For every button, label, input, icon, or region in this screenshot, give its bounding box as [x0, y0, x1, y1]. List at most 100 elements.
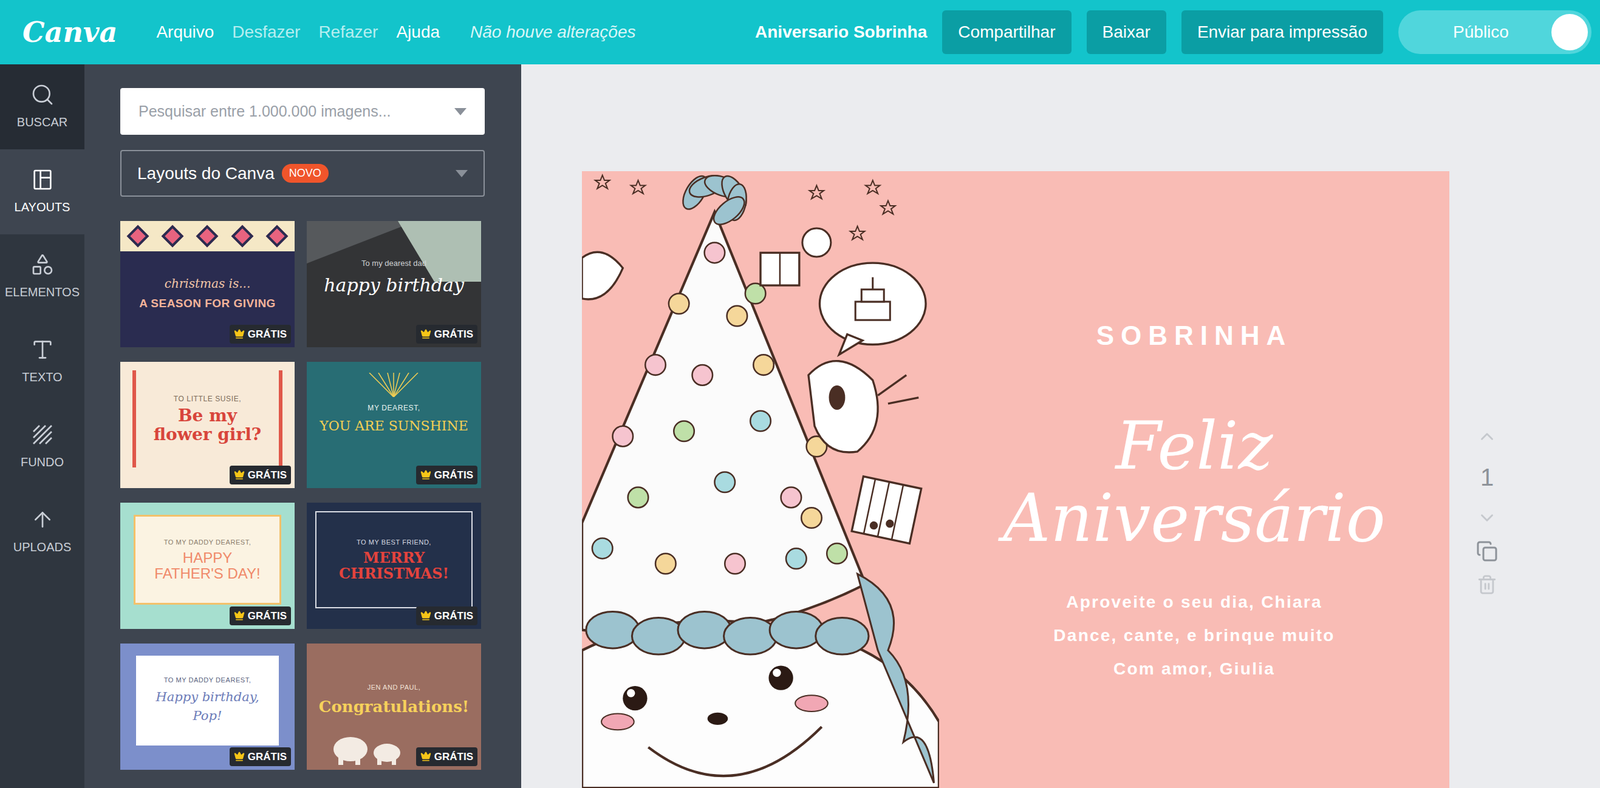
page-down-icon[interactable]: [1476, 507, 1498, 529]
canvas-area: SOBRINHA Feliz Aniversário Aproveite o seu…: [521, 64, 1600, 788]
menu-item[interactable]: Refazer: [318, 19, 378, 45]
menu-item[interactable]: Arquivo: [156, 19, 214, 45]
message-line[interactable]: Dance, cante, e brinque muito: [1053, 618, 1335, 653]
menu-item[interactable]: Ajuda: [396, 19, 440, 45]
layout-thumbnail[interactable]: JEN AND PAUL,Congratulations! GRÁTIS: [306, 643, 482, 771]
pattern-strip: [120, 221, 295, 252]
crown-icon: [420, 751, 432, 763]
app: CanvaArquivoDesfazerRefazerAjudaNão houv…: [0, 0, 1600, 788]
free-badge-label: GRÁTIS: [434, 608, 474, 625]
thumbnail-inner: TO MY DADDY DEAREST,Happy birthday, Pop!: [136, 656, 279, 746]
free-badge-label: GRÁTIS: [247, 326, 287, 343]
workspace: BUSCAR LAYOUTS ELEMENTOS TEXTO FUNDO UPLOADS P…: [0, 64, 1600, 788]
thumbnail-inner: TO MY BEST FRIEND,MERRY CHRISTMAS!: [315, 511, 473, 609]
crown-icon: [233, 328, 245, 340]
layout-thumbnail[interactable]: TO MY DADDY DEAREST,Happy birthday, Pop!…: [120, 643, 295, 771]
top-actions: Aniversario Sobrinha Compartilhar Baixar En…: [755, 10, 1592, 55]
layouts-grid: christmas is...A SEASON FOR GIVING GRÁTIS…: [120, 221, 522, 771]
sidebar-label: UPLOADS: [13, 538, 72, 557]
layout-thumbnail[interactable]: To my dearest dadhappy birthday GRÁTIS: [306, 221, 482, 348]
page-up-icon[interactable]: [1476, 426, 1498, 448]
crown-icon: [420, 610, 432, 622]
action-button[interactable]: Baixar: [1086, 10, 1167, 55]
message-line[interactable]: Com amor, Giulia: [1113, 652, 1276, 686]
free-badge-label: GRÁTIS: [434, 467, 474, 484]
menu-item[interactable]: Desfazer: [232, 19, 301, 45]
elephants-icon: [331, 731, 411, 766]
pattern-diamond: [161, 225, 185, 248]
thumbnail-title: Be my flower girl?: [150, 406, 266, 445]
sidebar-item[interactable]: LAYOUTS: [0, 149, 85, 235]
search-field[interactable]: Pesquisar entre 1.000.000 imagens...: [120, 88, 485, 135]
thumbnail-inner: MY DEAREST,YOU ARE SUNSHINE: [306, 402, 482, 437]
layouts-icon: [30, 167, 55, 192]
free-badge: GRÁTIS: [416, 465, 478, 486]
thumbnail-inner: TO MY DADDY DEAREST, HAPPY FATHER'S DAY!: [133, 515, 282, 606]
shapes-icon: [30, 252, 55, 277]
document-title[interactable]: Aniversario Sobrinha: [755, 19, 927, 45]
sidebar-item[interactable]: TEXTO: [0, 319, 85, 405]
menu: ArquivoDesfazerRefazerAjudaNão houve alt…: [156, 19, 636, 45]
thumbnail-kicker: TO LITTLE SUSIE,: [173, 393, 242, 405]
layout-thumbnail[interactable]: TO MY DADDY DEAREST, HAPPY FATHER'S DAY! G…: [120, 502, 295, 630]
thumbnail-title: happy birthday: [323, 271, 465, 299]
sidebar-label: TEXTO: [21, 368, 62, 387]
crown-icon: [233, 610, 245, 622]
thumbnail-inner: JEN AND PAUL,Congratulations!: [306, 682, 482, 720]
layout-thumbnail[interactable]: TO MY BEST FRIEND,MERRY CHRISTMAS!GRÁTIS: [306, 502, 482, 630]
dropdown-arrow-icon: [455, 170, 468, 178]
free-badge-label: GRÁTIS: [247, 608, 287, 625]
duplicate-icon[interactable]: [1476, 540, 1498, 563]
trash-icon[interactable]: [1476, 574, 1498, 596]
thumbnail-inner: TO LITTLE SUSIE,Be my flower girl?: [132, 370, 283, 468]
thumbnail-kicker: christmas is...: [164, 274, 251, 293]
free-badge: GRÁTIS: [416, 324, 478, 345]
sidebar-item[interactable]: FUNDO: [0, 404, 85, 490]
thumbnail-kicker: TO MY DADDY DEAREST,: [164, 537, 252, 548]
thumbnail-title: HAPPY FATHER'S DAY!: [150, 550, 266, 583]
message-line[interactable]: Aproveite o seu dia, Chiara: [1066, 585, 1322, 619]
thumbnail-inner: christmas is...A SEASON FOR GIVING: [120, 274, 295, 313]
free-badge-label: GRÁTIS: [434, 749, 474, 766]
upload-icon: [30, 507, 55, 533]
pattern-diamond: [126, 225, 149, 248]
category-select[interactable]: Layouts do CanvaNOVO: [120, 150, 485, 197]
sidebar-item[interactable]: BUSCAR: [0, 64, 85, 150]
page-number: 1: [1480, 459, 1494, 496]
design-page[interactable]: SOBRINHA Feliz Aniversário Aproveite o seu…: [581, 171, 1450, 788]
layout-thumbnail[interactable]: MY DEAREST,YOU ARE SUNSHINE GRÁTIS: [306, 362, 482, 489]
free-badge-label: GRÁTIS: [247, 467, 287, 484]
layouts-panel: Pesquisar entre 1.000.000 imagens... Layo…: [84, 64, 522, 788]
layout-thumbnail[interactable]: TO LITTLE SUSIE,Be my flower girl?GRÁTIS: [120, 362, 295, 489]
sun-rays-icon: [363, 372, 424, 398]
thumbnail-inner: To my dearest dadhappy birthday: [306, 257, 482, 300]
design-heading[interactable]: SOBRINHA: [1096, 315, 1293, 356]
design-message: Aproveite o seu dia, ChiaraDance, cante,…: [1053, 585, 1335, 686]
thumbnail-kicker: TO MY DADDY DEAREST,: [164, 675, 252, 686]
action-button[interactable]: Enviar para impressão: [1181, 10, 1384, 55]
visibility-toggle[interactable]: Público: [1398, 10, 1592, 55]
party-hat-illustration: [581, 171, 940, 788]
text-icon: [30, 337, 55, 363]
design-title[interactable]: Feliz Aniversário: [951, 410, 1438, 556]
search-placeholder: Pesquisar entre 1.000.000 imagens...: [138, 100, 455, 124]
sidebar-label: ELEMENTOS: [4, 283, 80, 302]
toggle-knob: [1551, 13, 1588, 51]
free-badge: GRÁTIS: [416, 747, 478, 768]
free-badge: GRÁTIS: [229, 747, 291, 768]
pattern-diamond: [266, 225, 289, 248]
free-badge: GRÁTIS: [229, 465, 291, 486]
layout-thumbnail[interactable]: christmas is...A SEASON FOR GIVING GRÁTIS: [120, 221, 295, 348]
sidebar-label: LAYOUTS: [14, 198, 71, 217]
action-button[interactable]: Compartilhar: [942, 10, 1071, 55]
pattern-diamond: [230, 225, 254, 248]
visibility-label: Público: [1410, 19, 1552, 45]
new-badge: NOVO: [281, 164, 329, 183]
sidebar-item[interactable]: UPLOADS: [0, 489, 85, 575]
thumbnail-title: Congratulations!: [318, 695, 469, 720]
canva-logo[interactable]: Canva: [22, 11, 118, 54]
crown-icon: [233, 751, 245, 763]
sidebar-item[interactable]: ELEMENTOS: [0, 234, 85, 320]
crown-icon: [420, 328, 432, 340]
free-badge: GRÁTIS: [229, 324, 291, 345]
